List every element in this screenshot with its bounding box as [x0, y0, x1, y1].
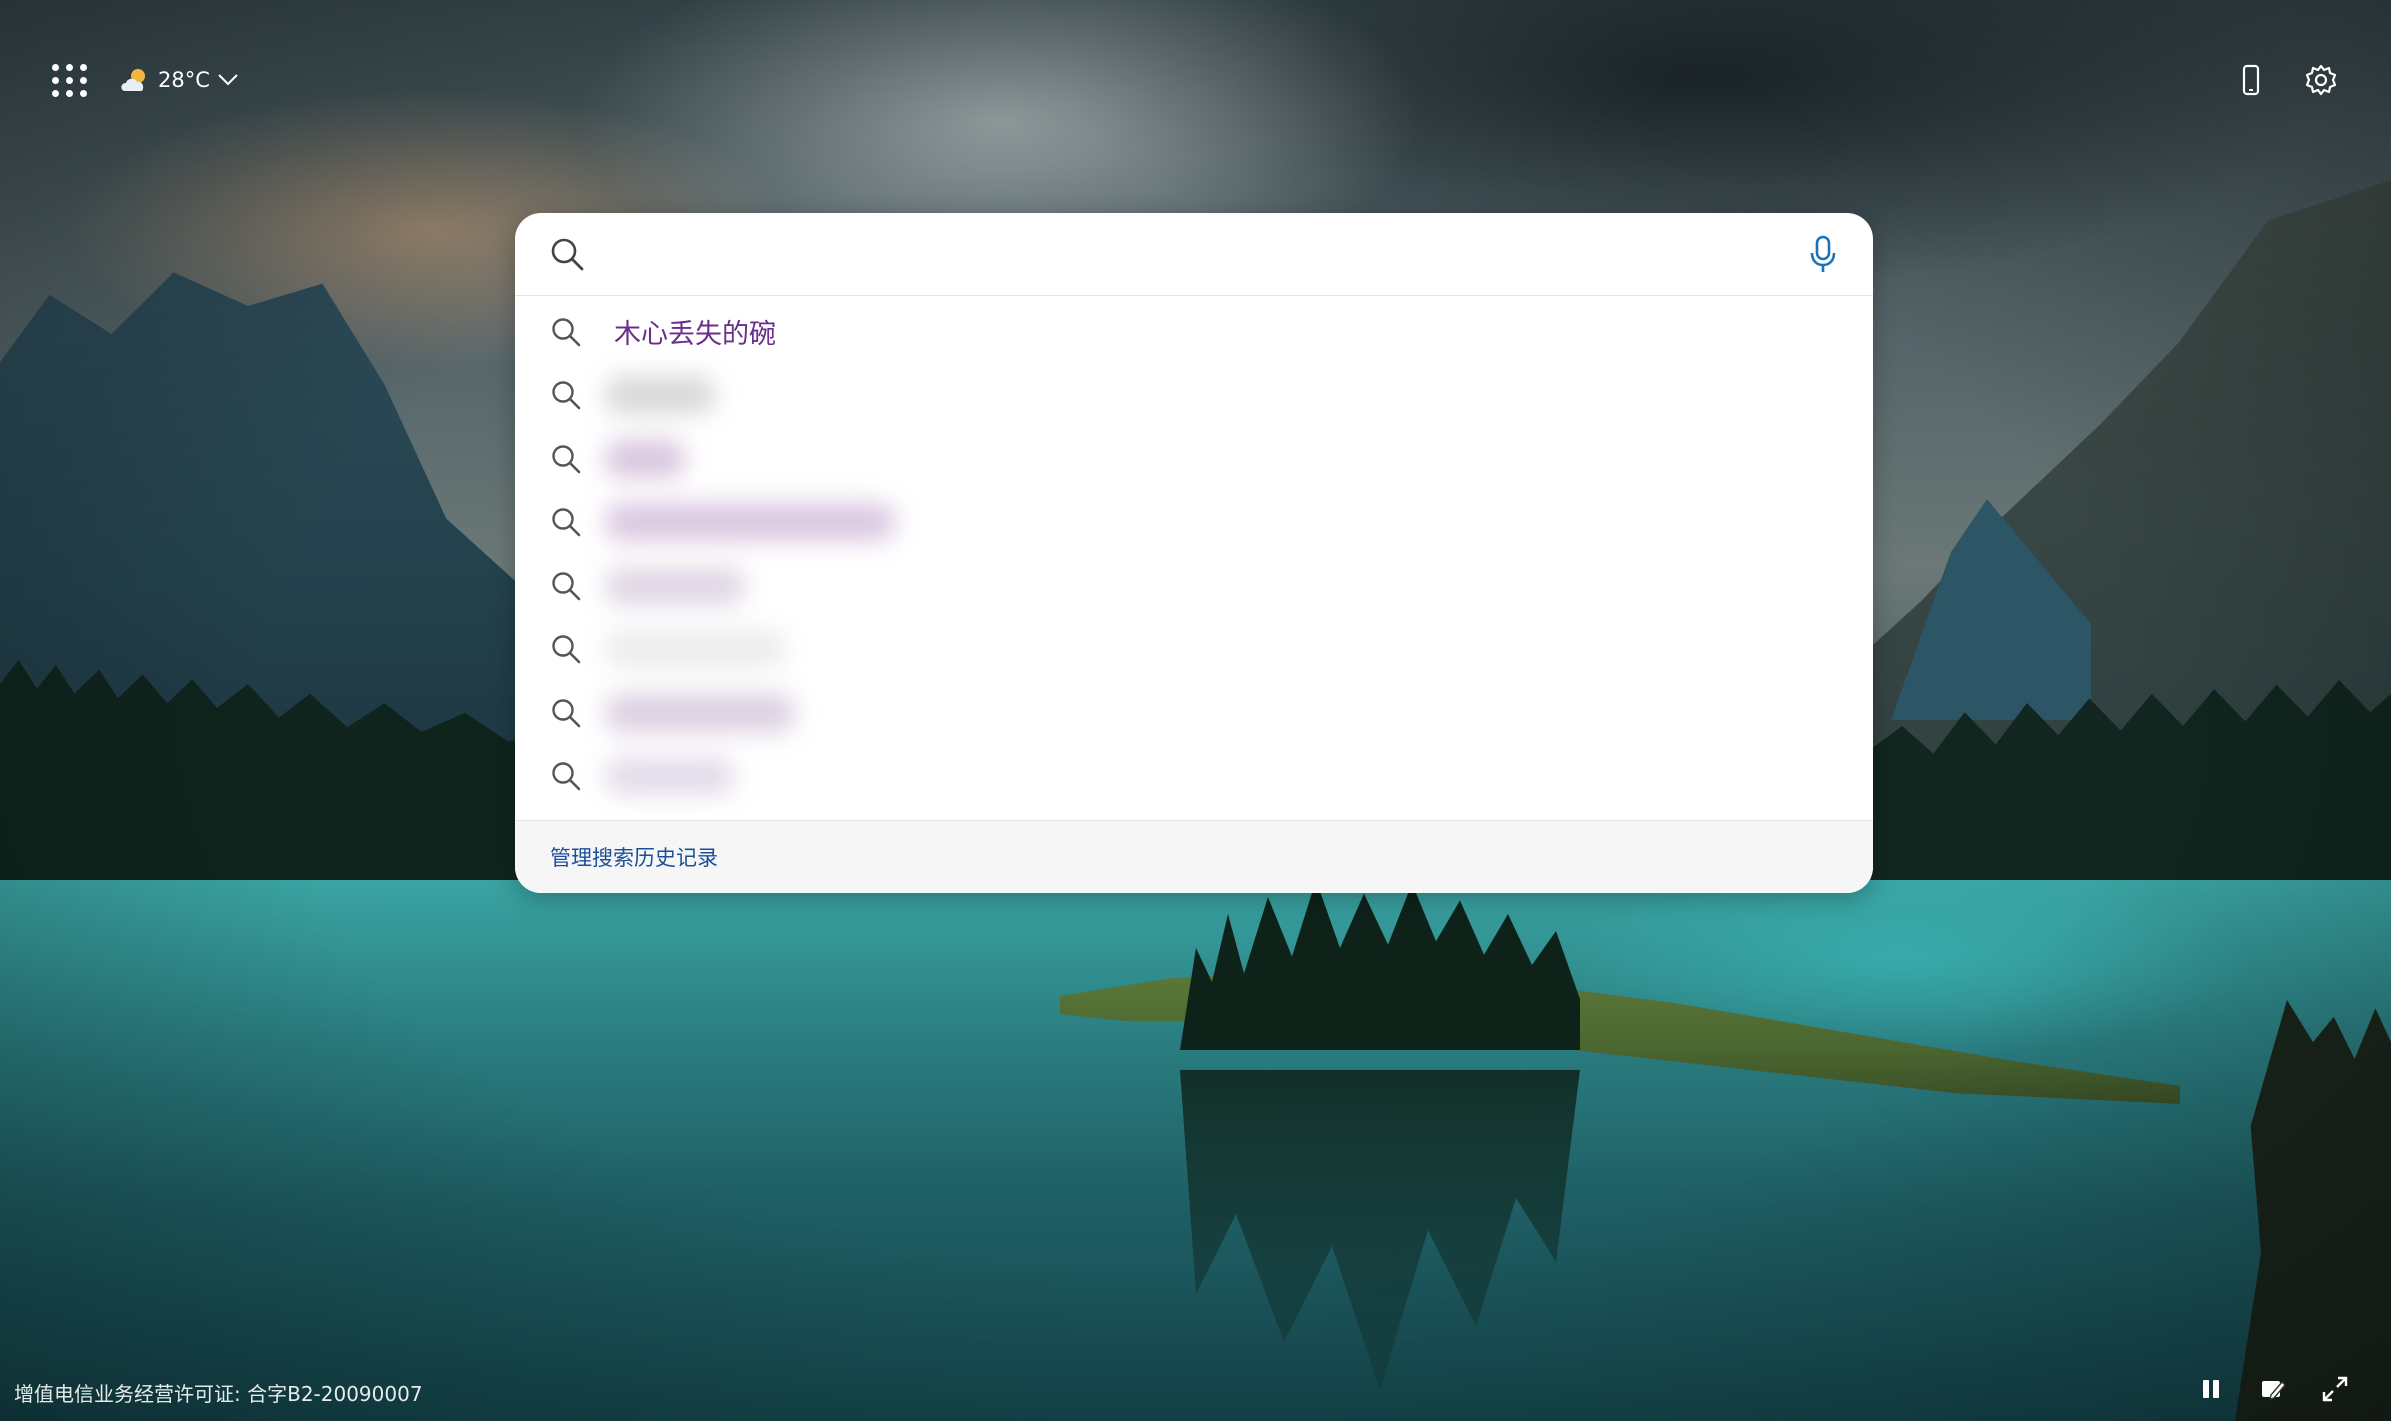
mobile-phone-icon[interactable] — [2233, 62, 2269, 98]
search-icon — [552, 445, 581, 474]
search-bar — [515, 213, 1873, 296]
redacted-suggestion — [605, 630, 785, 669]
suggestion-item[interactable]: 木心丢失的碗 — [515, 300, 1873, 364]
suggestion-item[interactable] — [515, 427, 1873, 491]
redacted-suggestion — [605, 503, 895, 542]
partly-cloudy-icon — [121, 69, 145, 91]
search-panel-footer: 管理搜索历史记录 — [515, 820, 1873, 893]
search-icon — [552, 508, 581, 537]
topbar-left: 28°C — [52, 62, 240, 98]
suggestion-item[interactable] — [515, 491, 1873, 555]
edit-image-icon[interactable] — [2257, 1373, 2289, 1405]
search-icon — [552, 572, 581, 601]
bottom-right-controls — [2195, 1373, 2351, 1405]
suggestion-item[interactable] — [515, 681, 1873, 745]
search-icon — [552, 381, 581, 410]
suggestion-item[interactable] — [515, 745, 1873, 809]
redacted-suggestion — [605, 439, 685, 478]
microphone-icon[interactable] — [1803, 233, 1843, 275]
redacted-suggestion — [605, 757, 735, 796]
search-icon — [552, 762, 581, 791]
suggestion-item[interactable] — [515, 364, 1873, 428]
pause-icon[interactable] — [2195, 1373, 2227, 1405]
search-icon — [552, 699, 581, 728]
license-text: 增值电信业务经营许可证: 合字B2-20090007 — [14, 1382, 423, 1406]
search-icon — [552, 635, 581, 664]
suggestion-item[interactable] — [515, 618, 1873, 682]
redacted-suggestion — [605, 693, 795, 732]
manage-search-history-link[interactable]: 管理搜索历史记录 — [550, 842, 718, 872]
search-panel: 木心丢失的碗 管理搜索历史记录 — [515, 213, 1873, 893]
topbar-right — [2233, 62, 2339, 98]
temperature-label: 28°C — [158, 68, 210, 92]
apps-grid-icon[interactable] — [52, 62, 88, 98]
chevron-down-icon — [218, 74, 238, 86]
redacted-suggestion — [605, 376, 715, 415]
weather-widget[interactable]: 28°C — [118, 65, 240, 95]
suggestion-item[interactable] — [515, 554, 1873, 618]
search-icon[interactable] — [547, 234, 587, 274]
suggestion-list: 木心丢失的碗 — [515, 296, 1873, 808]
expand-icon[interactable] — [2319, 1373, 2351, 1405]
suggestion-text: 木心丢失的碗 — [614, 319, 776, 351]
search-input[interactable] — [613, 229, 1783, 281]
gear-icon[interactable] — [2303, 62, 2339, 98]
redacted-suggestion — [605, 566, 745, 605]
search-icon — [552, 318, 581, 347]
